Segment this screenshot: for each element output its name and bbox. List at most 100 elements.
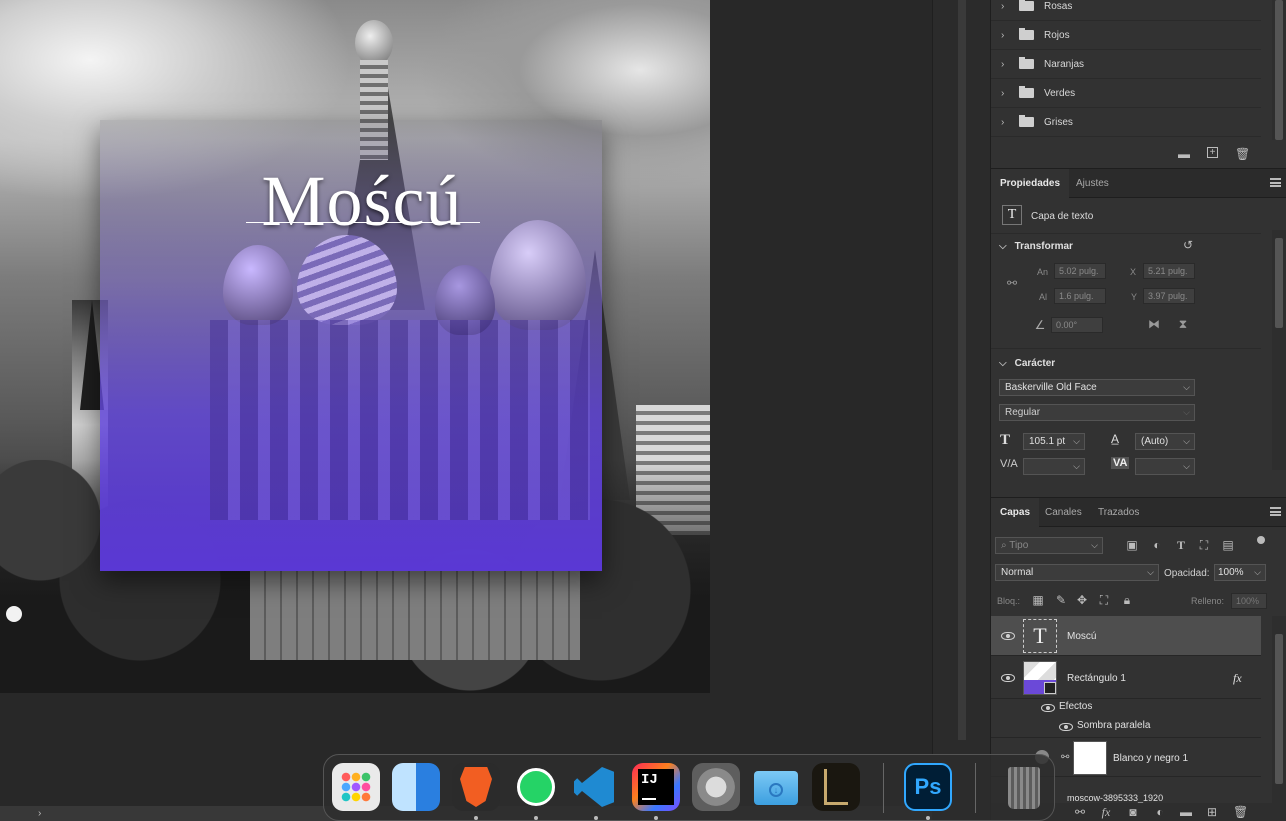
new-adjustment-icon[interactable]: ◐ bbox=[1153, 805, 1167, 819]
chevron-right-icon[interactable]: › bbox=[1001, 59, 1013, 70]
flip-horizontal-icon[interactable]: ⧓ bbox=[1147, 317, 1161, 331]
swatches-scrollbar[interactable] bbox=[1272, 0, 1286, 140]
chevron-right-icon[interactable]: › bbox=[1001, 117, 1013, 128]
link-layers-icon[interactable]: ⚯ bbox=[1073, 805, 1087, 819]
downloads-folder-app[interactable]: ↓ bbox=[752, 763, 800, 811]
visibility-eye-icon[interactable] bbox=[1001, 632, 1015, 640]
filter-pixel-icon[interactable]: ▣ bbox=[1125, 538, 1139, 552]
layer-row-rectangulo-1[interactable]: Rectángulo 1 fx bbox=[991, 657, 1261, 699]
layer-name[interactable]: Rectángulo 1 bbox=[1067, 673, 1126, 684]
kerning-field[interactable]: ⌵ bbox=[1023, 458, 1085, 475]
layer-name[interactable]: Moscú bbox=[1067, 631, 1096, 642]
filter-shape-icon[interactable]: ⛶ bbox=[1197, 538, 1211, 552]
delete-layer-icon[interactable]: 🗑 bbox=[1233, 805, 1248, 819]
tab-capas[interactable]: Capas bbox=[991, 498, 1040, 527]
whatsapp-app[interactable] bbox=[512, 763, 560, 811]
canvas-title-text[interactable]: Moścú bbox=[100, 160, 624, 243]
opacity-field[interactable]: 100% ⌵ bbox=[1214, 564, 1266, 581]
font-family-value: Baskerville Old Face bbox=[1005, 382, 1097, 393]
tab-canales[interactable]: Canales bbox=[1036, 498, 1091, 527]
transform-section-header[interactable]: ⌵ Transformar bbox=[991, 236, 1261, 256]
layers-scroll-thumb[interactable] bbox=[1275, 634, 1283, 784]
swatch-folder-verdes[interactable]: › Verdes bbox=[991, 79, 1261, 108]
leading-field[interactable]: (Auto) ⌵ bbox=[1135, 433, 1195, 450]
properties-scroll-thumb[interactable] bbox=[1275, 238, 1283, 328]
drop-shadow-eye-icon[interactable] bbox=[1059, 723, 1073, 731]
brave-app[interactable] bbox=[452, 763, 500, 811]
blend-mode-dropdown[interactable]: Normal ⌵ bbox=[995, 564, 1159, 581]
swatch-folder-naranjas[interactable]: › Naranjas bbox=[991, 50, 1261, 79]
add-style-icon[interactable]: fx bbox=[1099, 805, 1113, 819]
layer-name[interactable]: moscow-3895333_1920 bbox=[1067, 793, 1163, 803]
launchpad-app[interactable] bbox=[332, 763, 380, 811]
visibility-eye-icon[interactable] bbox=[1001, 674, 1015, 682]
new-layer-icon[interactable]: ⊞ bbox=[1205, 805, 1219, 819]
height-field[interactable]: 1.6 pulg. bbox=[1054, 288, 1106, 304]
canvas-vertical-scrollbar[interactable] bbox=[958, 0, 966, 740]
filter-toggle-icon[interactable] bbox=[1257, 536, 1265, 544]
drop-shadow-effect[interactable]: Sombra paralela bbox=[1077, 720, 1150, 731]
tab-ajustes[interactable]: Ajustes bbox=[1067, 169, 1118, 198]
trash-icon[interactable]: 🗑 bbox=[1235, 147, 1250, 161]
lock-position-icon[interactable]: ✥ bbox=[1075, 593, 1089, 607]
filter-smartobject-icon[interactable]: ▤ bbox=[1221, 538, 1235, 552]
fill-field[interactable]: 100% bbox=[1231, 593, 1267, 609]
swatch-folder-grises[interactable]: › Grises bbox=[991, 108, 1261, 137]
lock-image-icon[interactable]: ✎ bbox=[1054, 593, 1068, 607]
tab-propiedades[interactable]: Propiedades bbox=[991, 169, 1070, 198]
running-indicator bbox=[474, 816, 478, 820]
reset-transform-icon[interactable]: ↺ bbox=[1181, 238, 1195, 252]
width-field[interactable]: 5.02 pulg. bbox=[1054, 263, 1106, 279]
font-size-field[interactable]: 105.1 pt ⌵ bbox=[1023, 433, 1085, 450]
chevron-down-icon[interactable]: ⌵ bbox=[999, 241, 1007, 252]
intellij-app[interactable]: IJ bbox=[632, 763, 680, 811]
effects-eye-icon[interactable] bbox=[1041, 704, 1055, 712]
chevron-down-icon[interactable]: ⌵ bbox=[999, 358, 1007, 369]
panel-menu-icon[interactable] bbox=[1270, 507, 1281, 516]
lock-all-icon[interactable]: 🔒︎ bbox=[1120, 593, 1134, 607]
lock-transparent-icon[interactable]: ▦ bbox=[1031, 593, 1045, 607]
filter-adjustment-icon[interactable]: ◐ bbox=[1150, 538, 1164, 552]
tab-trazados[interactable]: Trazados bbox=[1089, 498, 1148, 527]
fill-label: Relleno: bbox=[1191, 596, 1225, 606]
link-proportions-icon[interactable]: ⚯ bbox=[1005, 276, 1019, 290]
swatch-folder-rosas[interactable]: › Rosas bbox=[991, 0, 1261, 21]
x-field[interactable]: 5.21 pulg. bbox=[1143, 263, 1195, 279]
folder-icon bbox=[1019, 0, 1034, 11]
new-group-icon[interactable]: ▬ bbox=[1177, 147, 1191, 161]
layers-scrollbar[interactable] bbox=[1272, 616, 1286, 806]
league-of-legends-app[interactable] bbox=[812, 763, 860, 811]
add-mask-icon[interactable]: ◙ bbox=[1126, 805, 1140, 819]
tracking-field[interactable]: ⌵ bbox=[1135, 458, 1195, 475]
swatch-folder-rojos[interactable]: › Rojos bbox=[991, 21, 1261, 50]
chain-link-icon[interactable]: ⚯ bbox=[1061, 752, 1069, 763]
vscode-app[interactable] bbox=[570, 763, 618, 811]
chevron-right-icon[interactable]: › bbox=[1001, 1, 1013, 12]
font-family-dropdown[interactable]: Baskerville Old Face ⌵ bbox=[999, 379, 1195, 396]
filter-type-icon[interactable]: T bbox=[1174, 538, 1188, 552]
transform-heading: Transformar bbox=[1014, 240, 1073, 252]
photoshop-app[interactable]: Ps bbox=[904, 763, 952, 811]
y-field[interactable]: 3.97 pulg. bbox=[1143, 288, 1195, 304]
font-style-dropdown[interactable]: Regular ⌵ bbox=[999, 404, 1195, 421]
scroll-right-arrow-icon[interactable]: › bbox=[38, 808, 41, 819]
layer-row-moscu[interactable]: T Moscú bbox=[991, 616, 1261, 656]
chevron-right-icon[interactable]: › bbox=[1001, 30, 1013, 41]
flip-vertical-icon[interactable]: ⧗ bbox=[1176, 317, 1190, 331]
chevron-right-icon[interactable]: › bbox=[1001, 88, 1013, 99]
panel-menu-icon[interactable] bbox=[1270, 178, 1281, 187]
layer-name[interactable]: Blanco y negro 1 bbox=[1113, 753, 1188, 764]
layer-filter-dropdown[interactable]: ⌕ Tipo ⌵ bbox=[995, 537, 1103, 554]
character-section-header[interactable]: ⌵ Carácter bbox=[991, 353, 1261, 373]
swatches-scroll-thumb[interactable] bbox=[1275, 0, 1283, 140]
new-group-icon[interactable]: ▬ bbox=[1179, 805, 1193, 819]
new-swatch-icon[interactable]: + bbox=[1207, 147, 1218, 158]
system-preferences-app[interactable] bbox=[692, 763, 740, 811]
finder-app[interactable] bbox=[392, 763, 440, 811]
properties-scrollbar[interactable] bbox=[1272, 230, 1286, 470]
fx-badge[interactable]: fx bbox=[1233, 671, 1242, 686]
x-label: X bbox=[1130, 267, 1137, 277]
lock-artboard-icon[interactable]: ⛶ bbox=[1097, 593, 1111, 607]
trash-app[interactable] bbox=[1000, 763, 1048, 811]
angle-field[interactable]: 0.00° bbox=[1051, 317, 1103, 333]
